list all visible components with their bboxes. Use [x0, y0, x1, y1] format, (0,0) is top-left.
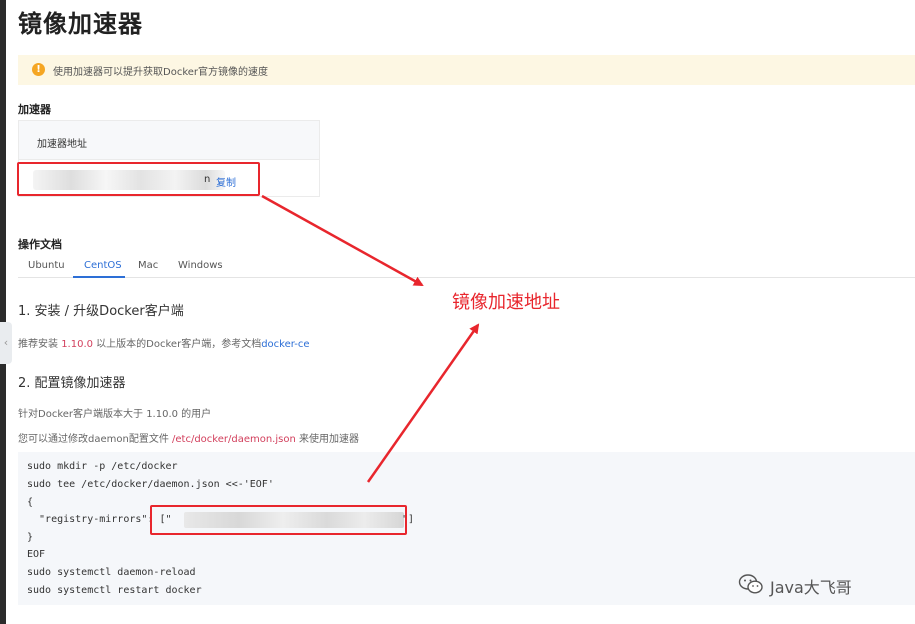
chevron-left-icon: ‹ [3, 336, 9, 349]
accelerator-table-header: 加速器地址 [19, 121, 319, 160]
highlight-box-registry-mirror [150, 505, 407, 535]
code-line: } [27, 532, 34, 543]
step1-text-before: 推荐安装 [18, 339, 62, 350]
watermark-text: Java大飞哥 [770, 578, 852, 597]
code-line: sudo systemctl restart docker [27, 585, 202, 596]
code-line: { [27, 497, 34, 508]
code-line: EOF [27, 549, 46, 560]
warning-icon: ! [32, 63, 45, 76]
code-line: sudo mkdir -p /etc/docker [27, 461, 178, 472]
page-title: 镜像加速器 [18, 10, 143, 38]
docs-section-title: 操作文档 [18, 238, 62, 251]
step2-text1: 针对Docker客户端版本大于 1.10.0 的用户 [18, 409, 212, 420]
tab-ubuntu[interactable]: Ubuntu [28, 260, 65, 271]
sidebar-collapse-toggle[interactable]: ‹ [0, 322, 12, 364]
accelerator-column-header: 加速器地址 [37, 139, 87, 150]
os-tabs: Ubuntu CentOS Mac Windows [18, 252, 915, 278]
tab-centos[interactable]: CentOS [84, 260, 122, 271]
tab-mac[interactable]: Mac [138, 260, 158, 271]
docker-ce-link[interactable]: docker-ce [261, 339, 309, 350]
step2-title: 2. 配置镜像加速器 [18, 376, 126, 391]
code-line: sudo systemctl daemon-reload [27, 567, 196, 578]
step1-text: 推荐安装 1.10.0 以上版本的Docker客户端，参考文档docker-ce [18, 335, 309, 350]
annotation-label: 镜像加速地址 [452, 292, 560, 313]
notice-text: 使用加速器可以提升获取Docker官方镜像的速度 [53, 67, 269, 78]
step1-title: 1. 安装 / 升级Docker客户端 [18, 304, 184, 319]
active-tab-indicator [73, 276, 125, 278]
daemon-config-path: /etc/docker/daemon.json [172, 434, 296, 445]
step2-text2: 您可以通过修改daemon配置文件 /etc/docker/daemon.jso… [18, 430, 359, 445]
step1-text-middle: 以上版本的Docker客户端，参考文档 [93, 339, 262, 350]
step2-text2-after: 来使用加速器 [295, 434, 359, 445]
left-edge-strip [0, 0, 6, 624]
step1-version: 1.10.0 [61, 339, 93, 350]
tab-windows[interactable]: Windows [178, 260, 223, 271]
step2-text2-before: 您可以通过修改daemon配置文件 [18, 434, 173, 445]
notice-banner: ! 使用加速器可以提升获取Docker官方镜像的速度 [18, 55, 915, 85]
wechat-icon [738, 574, 763, 594]
highlight-box-accelerator-address [17, 162, 260, 196]
accelerator-section-title: 加速器 [18, 103, 51, 116]
watermark: Java大飞哥 [738, 571, 898, 599]
code-line: sudo tee /etc/docker/daemon.json <<-'EOF… [27, 479, 274, 490]
